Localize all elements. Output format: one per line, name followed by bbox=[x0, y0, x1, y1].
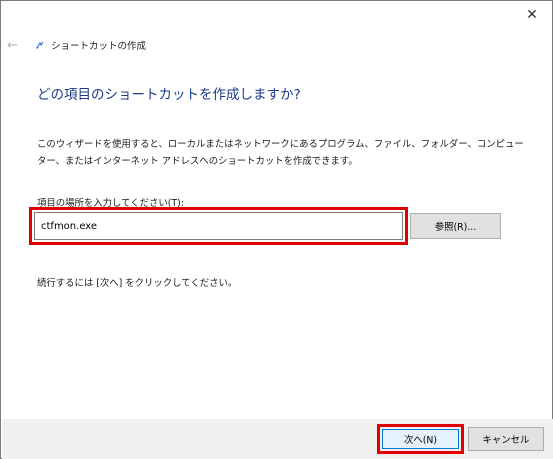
cancel-button[interactable]: キャンセル bbox=[468, 427, 544, 451]
wizard-description: このウィザードを使用すると、ローカルまたはネットワークにあるプログラム、ファイル… bbox=[37, 139, 524, 167]
next-instruction-text: 続行するには [次へ] をクリックしてください。 bbox=[37, 278, 238, 289]
shortcut-wizard-icon bbox=[35, 40, 45, 50]
location-input[interactable] bbox=[34, 212, 403, 240]
page-heading: どの項目のショートカットを作成しますか? bbox=[37, 87, 301, 103]
next-button[interactable]: 次へ(N) bbox=[382, 429, 459, 449]
wizard-header: ← ショートカットの作成 bbox=[7, 35, 146, 55]
wizard-title: ショートカットの作成 bbox=[51, 41, 147, 52]
browse-button[interactable]: 参照(R)... bbox=[410, 213, 501, 239]
close-icon[interactable]: ✕ bbox=[520, 5, 544, 25]
back-arrow-icon[interactable]: ← bbox=[7, 38, 25, 53]
create-shortcut-window: ✕ ← ショートカットの作成 どの項目のショートカットを作成しますか? このウィ… bbox=[0, 0, 553, 459]
